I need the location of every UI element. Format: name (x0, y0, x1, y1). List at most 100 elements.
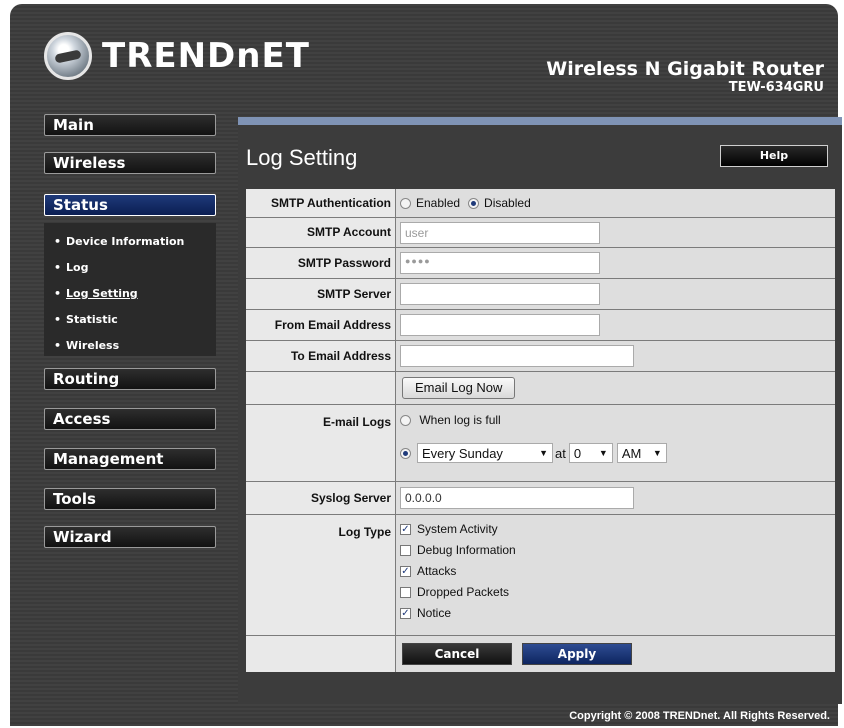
chevron-down-icon: ▼ (652, 448, 662, 458)
email-logs-value: When log is full Every Sunday ▼ at 0 ▼ AM ▼ (396, 405, 835, 481)
row-actions: Cancel Apply (246, 636, 835, 672)
cancel-button[interactable]: Cancel (402, 643, 512, 665)
row-from-email: From Email Address (246, 310, 835, 341)
log-type-value: ✓ System Activity Debug Information ✓ Atta… (396, 515, 835, 635)
row-smtp-server: SMTP Server (246, 279, 835, 310)
copyright-footer: Copyright © 2008 TRENDnet. All Rights Re… (569, 710, 830, 722)
nav-status[interactable]: Status (44, 194, 216, 216)
notice-label: Notice (417, 606, 452, 620)
log-type-item: ✓ System Activity (400, 522, 835, 543)
email-log-now-value: Email Log Now (396, 372, 835, 404)
smtp-auth-disabled-radio[interactable] (468, 197, 480, 209)
smtp-server-value (396, 279, 835, 309)
subnav-statistic[interactable]: • Statistic (54, 313, 118, 326)
trendnet-logo: TRENDnET (44, 32, 310, 80)
nav-wireless[interactable]: Wireless (44, 152, 216, 174)
smtp-authentication-label: SMTP Authentication (246, 189, 396, 217)
row-email-log-now: Email Log Now (246, 372, 835, 405)
product-name: Wireless N Gigabit Router (546, 58, 824, 80)
chevron-down-icon: ▼ (598, 448, 608, 458)
syslog-server-label: Syslog Server (246, 482, 396, 514)
log-type-item: ✓ Notice (400, 606, 835, 627)
trendnet-logo-icon (44, 32, 92, 80)
row-smtp-authentication: SMTP Authentication Enabled Disabled (246, 189, 835, 218)
row-email-logs: E-mail Logs When log is full Every Sunda… (246, 405, 835, 482)
subnav-device-information[interactable]: • Device Information (54, 235, 184, 248)
email-logs-label: E-mail Logs (246, 405, 396, 481)
row-syslog-server: Syslog Server 0.0.0.0 (246, 482, 835, 515)
logo-text: TRENDnET (102, 36, 310, 76)
nav-access[interactable]: Access (44, 408, 216, 430)
notice-checkbox[interactable]: ✓ (400, 608, 411, 620)
attacks-label: Attacks (417, 564, 457, 578)
log-type-item: Debug Information (400, 543, 835, 564)
row-smtp-account: SMTP Account user (246, 218, 835, 248)
ampm-select[interactable]: AM ▼ (616, 443, 667, 463)
chevron-down-icon: ▼ (539, 448, 548, 458)
email-logs-full-option: When log is full (400, 413, 835, 427)
email-log-now-button[interactable]: Email Log Now (402, 377, 516, 399)
smtp-account-label: SMTP Account (246, 218, 396, 247)
schedule-select-value: Every Sunday (422, 445, 503, 461)
actions-value: Cancel Apply (396, 636, 835, 672)
from-email-label: From Email Address (246, 310, 396, 340)
system-activity-checkbox[interactable]: ✓ (400, 524, 411, 536)
nav-tools[interactable]: Tools (44, 488, 216, 510)
hour-select-value: 0 (573, 445, 582, 461)
subnav-log-setting[interactable]: • Log Setting (54, 287, 138, 300)
to-email-value (396, 341, 835, 371)
smtp-auth-disabled-label: Disabled (484, 196, 531, 210)
dropped-packets-label: Dropped Packets (417, 585, 510, 599)
subnav-log[interactable]: • Log (54, 261, 88, 274)
email-logs-full-label: When log is full (419, 413, 501, 427)
from-email-value (396, 310, 835, 340)
status-submenu: • Device Information • Log • Log Setting • S… (44, 223, 216, 356)
nav-main[interactable]: Main (44, 114, 216, 136)
product-model: TEW-634GRU (728, 80, 824, 95)
product-header: Wireless N Gigabit Router TEW-634GRU (546, 58, 824, 95)
ampm-select-value: AM (621, 445, 642, 461)
row-to-email: To Email Address (246, 341, 835, 372)
log-type-label: Log Type (246, 515, 396, 635)
from-email-input[interactable] (400, 314, 600, 336)
apply-button[interactable]: Apply (522, 643, 632, 665)
system-activity-label: System Activity (417, 522, 498, 536)
subnav-wireless[interactable]: • Wireless (54, 339, 119, 352)
smtp-account-input[interactable]: user (400, 221, 600, 244)
syslog-server-input[interactable]: 0.0.0.0 (400, 487, 634, 509)
debug-information-label: Debug Information (417, 543, 516, 557)
schedule-select[interactable]: Every Sunday ▼ (417, 443, 553, 463)
to-email-label: To Email Address (246, 341, 396, 371)
help-button[interactable]: Help (720, 145, 828, 167)
attacks-checkbox[interactable]: ✓ (400, 566, 411, 578)
smtp-password-label: SMTP Password (246, 248, 396, 278)
email-logs-full-radio[interactable] (400, 415, 411, 427)
syslog-server-value: 0.0.0.0 (396, 482, 835, 514)
debug-information-checkbox[interactable] (400, 545, 411, 557)
smtp-password-input[interactable]: ●●●● (400, 252, 600, 274)
hour-select[interactable]: 0 ▼ (568, 443, 613, 463)
nav-wizard[interactable]: Wizard (44, 526, 216, 548)
row-smtp-password: SMTP Password ●●●● (246, 248, 835, 279)
router-frame: TRENDnET Wireless N Gigabit Router TEW-6… (10, 4, 842, 726)
smtp-account-value: user (396, 218, 835, 247)
email-logs-schedule-option: Every Sunday ▼ at 0 ▼ AM ▼ (400, 443, 835, 463)
smtp-password-value: ●●●● (396, 248, 835, 278)
email-logs-schedule-radio[interactable] (400, 447, 411, 459)
content-panel: Log Setting Help SMTP Authentication Ena… (238, 117, 842, 704)
smtp-auth-enabled-label: Enabled (416, 196, 461, 210)
smtp-server-input[interactable] (400, 283, 600, 305)
nav-management[interactable]: Management (44, 448, 216, 470)
smtp-auth-enabled-radio[interactable] (400, 197, 411, 209)
at-label: at (555, 445, 566, 461)
log-type-item: ✓ Attacks (400, 564, 835, 585)
nav-routing[interactable]: Routing (44, 368, 216, 390)
smtp-server-label: SMTP Server (246, 279, 396, 309)
row-log-type: Log Type ✓ System Activity Debug Informat… (246, 515, 835, 636)
log-setting-form: SMTP Authentication Enabled Disabled SMT… (246, 189, 835, 672)
dropped-packets-checkbox[interactable] (400, 587, 411, 599)
page-title: Log Setting (246, 145, 358, 170)
email-log-now-label-cell (246, 372, 396, 404)
to-email-input[interactable] (400, 345, 634, 367)
actions-label-cell (246, 636, 396, 672)
